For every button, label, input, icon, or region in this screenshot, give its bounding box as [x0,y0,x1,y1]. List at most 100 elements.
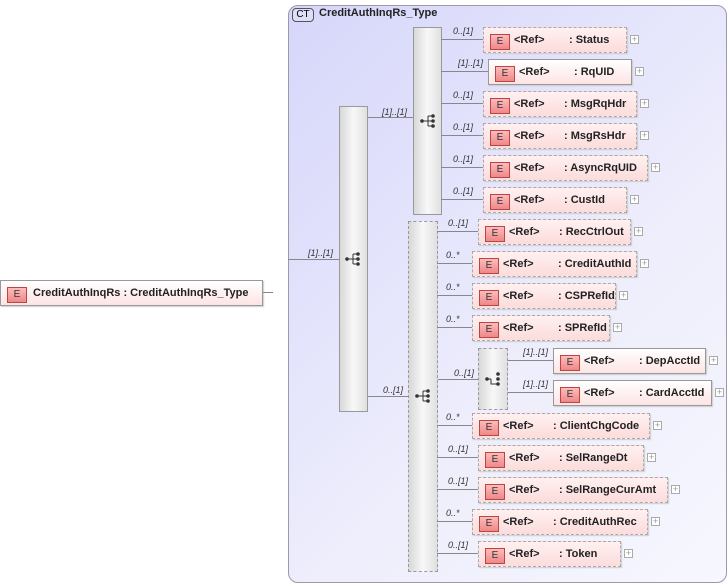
connector [288,259,339,260]
element-ref[interactable]: E <Ref> : CreditAuthId [472,251,637,277]
element-ref[interactable]: E <Ref> : DepAcctId [553,348,706,374]
expand-icon[interactable]: + [635,67,644,76]
element-name: : RecCtrlOut [559,226,624,238]
expand-icon[interactable]: + [634,227,643,236]
expand-icon[interactable]: + [640,131,649,140]
element-name: : MsgRqHdr [564,98,627,110]
connector [437,489,478,490]
ref-label: <Ref> [514,98,545,110]
element-ref[interactable]: E <Ref> : RecCtrlOut [478,219,631,245]
complex-type-title: CreditAuthInqRs_Type [319,7,438,19]
element-ref[interactable]: E <Ref> : Token [478,541,621,567]
element-badge: E [490,130,510,146]
element-name: : SPRefId [558,322,607,334]
connector [437,457,478,458]
element-name: : CardAcctId [639,387,705,399]
element-ref[interactable]: E <Ref> : RqUID [488,59,632,85]
element-name: : SelRangeDt [559,452,628,464]
element-badge: E [560,387,580,403]
cardinality-label: 0..[1] [453,90,474,100]
element-badge: E [485,226,505,242]
cardinality-label: 0..* [446,412,460,422]
sequence-icon [420,113,436,134]
cardinality-label: 0..* [446,508,460,518]
cardinality-label: 0..[1] [453,26,474,36]
connector [441,167,483,168]
element-ref[interactable]: E <Ref> : CSPRefId [472,283,616,309]
expand-icon[interactable]: + [671,485,680,494]
cardinality-label: [1]..[1] [523,379,549,389]
expand-icon[interactable]: + [613,323,622,332]
ref-label: <Ref> [514,194,545,206]
element-name: : CreditAuthRec [553,516,637,528]
element-ref[interactable]: E <Ref> : CreditAuthRec [472,509,648,535]
expand-icon[interactable]: + [647,453,656,462]
element-ref[interactable]: E <Ref> : MsgRsHdr [483,123,637,149]
connector [437,231,478,232]
expand-icon[interactable]: + [624,549,633,558]
element-name: : RqUID [574,66,615,78]
connector [437,425,472,426]
expand-icon[interactable]: + [619,291,628,300]
element-ref[interactable]: E <Ref> : CardAcctId [553,380,712,406]
connector [437,295,472,296]
element-name: : MsgRsHdr [564,130,626,142]
expand-icon[interactable]: + [640,99,649,108]
cardinality-label: 0..[1] [448,218,469,228]
element-ref[interactable]: E <Ref> : SelRangeCurAmt [478,477,668,503]
element-badge: E [485,484,505,500]
expand-icon[interactable]: + [715,388,724,397]
expand-icon[interactable]: + [630,35,639,44]
element-badge: E [490,194,510,210]
cardinality-label: 0..[1] [383,385,404,395]
element-badge: E [490,34,510,50]
choice-icon [485,371,501,392]
ref-label: <Ref> [503,258,534,270]
expand-icon[interactable]: + [653,421,662,430]
element-name: : Status [569,34,610,46]
expand-icon[interactable]: + [630,195,639,204]
cardinality-label: 0..[1] [448,476,469,486]
element-ref[interactable]: E <Ref> : SPRefId [472,315,610,341]
cardinality-label: 0..[1] [453,154,474,164]
cardinality-label: 0..[1] [454,368,475,378]
cardinality-label: 0..[1] [448,444,469,454]
element-ref[interactable]: E <Ref> : MsgRqHdr [483,91,637,117]
connector [441,39,483,40]
sequence-icon [415,388,431,409]
element-badge: E [479,420,499,436]
connector [437,263,472,264]
element-name: : CustId [564,194,605,206]
connector [441,103,483,104]
element-badge: E [495,66,515,82]
element-ref[interactable]: E <Ref> : Status [483,27,627,53]
expand-icon[interactable]: + [651,517,660,526]
element-name: : CSPRefId [558,290,615,302]
cardinality-label: [1]..[1] [523,347,549,357]
element-name: : AsyncRqUID [564,162,637,174]
connector [441,71,488,72]
element-ref[interactable]: E <Ref> : SelRangeDt [478,445,644,471]
ref-label: <Ref> [514,34,545,46]
ref-label: <Ref> [584,355,615,367]
ref-label: <Ref> [503,322,534,334]
element-badge: E [479,290,499,306]
ref-label: <Ref> [509,484,540,496]
ref-label: <Ref> [509,548,540,560]
element-ref[interactable]: E <Ref> : ClientChgCode [472,413,650,439]
element-name: : DepAcctId [639,355,701,367]
root-element[interactable]: E CreditAuthInqRs : CreditAuthInqRs_Type [0,280,263,306]
cardinality-label: 0..[1] [453,122,474,132]
element-badge: E [490,98,510,114]
element-ref[interactable]: E <Ref> : AsyncRqUID [483,155,648,181]
element-badge: E [479,322,499,338]
sequence-icon [345,251,361,272]
expand-icon[interactable]: + [709,356,718,365]
connector [368,396,408,397]
element-badge: E [479,258,499,274]
expand-icon[interactable]: + [640,259,649,268]
expand-icon[interactable]: + [651,163,660,172]
element-ref[interactable]: E <Ref> : CustId [483,187,627,213]
cardinality-label: 0..* [446,282,460,292]
connector [441,135,483,136]
